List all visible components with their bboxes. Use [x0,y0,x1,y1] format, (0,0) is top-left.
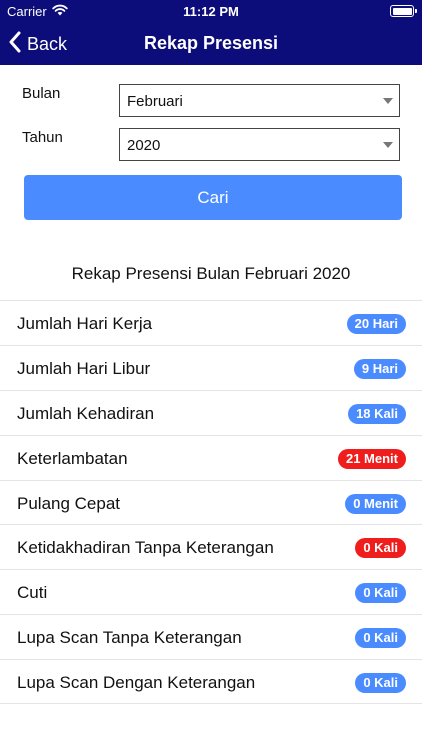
list-item-label: Jumlah Kehadiran [17,403,155,423]
list-item: Ketidakhadiran Tanpa Keterangan 0 Kali [0,524,422,569]
page-title: Rekap Presensi [143,33,279,53]
list-item-label: Lupa Scan Tanpa Keterangan [17,628,242,648]
list-item: Jumlah Kehadiran 18 Kali [0,389,422,435]
status-time: 11:12 PM [183,4,239,19]
list-item: Cuti 0 Kali [0,569,422,614]
status-badge: 21 Menit [337,448,406,469]
month-select-value: Februari [127,93,183,110]
year-select-value: 2020 [127,137,161,154]
status-badge: 0 Kali [355,673,406,694]
list-item-label: Jumlah Hari Kerja [17,314,153,333]
year-label: Tahun [22,129,63,146]
month-select[interactable]: Februari [119,84,400,117]
list-item: Jumlah Hari Libur 9 Hari [0,344,422,390]
dropdown-caret-icon [383,98,393,104]
dropdown-caret-icon [383,142,393,148]
status-badge: 0 Kali [355,538,406,559]
status-badge: 0 Kali [355,628,406,649]
status-bar: Carrier 11:12 PM [0,0,422,22]
summary-title: Rekap Presensi Bulan Februari 2020 [71,264,351,283]
list-item-label: Jumlah Hari Libur [17,358,151,378]
list-item: Keterlambatan 21 Menit [0,434,422,480]
status-badge: 20 Hari [346,314,406,334]
list-item: Jumlah Hari Kerja 20 Hari [0,300,422,345]
status-badge: 0 Kali [355,583,406,604]
list-item-label: Ketidakhadiran Tanpa Keterangan [17,538,274,558]
battery-icon [390,5,417,17]
list-item: Lupa Scan Dengan Keterangan 0 Kali [0,659,422,705]
summary-list: Jumlah Hari Kerja 20 Hari Jumlah Hari Libu… [0,300,422,705]
status-badge: 9 Hari [353,358,406,379]
list-item-label: Cuti [17,583,48,603]
list-item-label: Pulang Cepat [17,493,121,513]
search-button[interactable]: Cari [24,175,402,220]
month-label: Bulan [22,85,61,102]
list-item-label: Keterlambatan [17,448,128,468]
list-item-label: Lupa Scan Dengan Keterangan [17,673,256,693]
year-select[interactable]: 2020 [119,128,400,161]
navigation-bar: Carrier 11:12 PM Back Rekap Presensi [0,0,422,65]
status-badge: 18 Kali [348,403,406,424]
list-item: Lupa Scan Tanpa Keterangan 0 Kali [0,614,422,659]
status-badge: 0 Menit [345,493,406,514]
list-item: Pulang Cepat 0 Menit [0,479,422,525]
